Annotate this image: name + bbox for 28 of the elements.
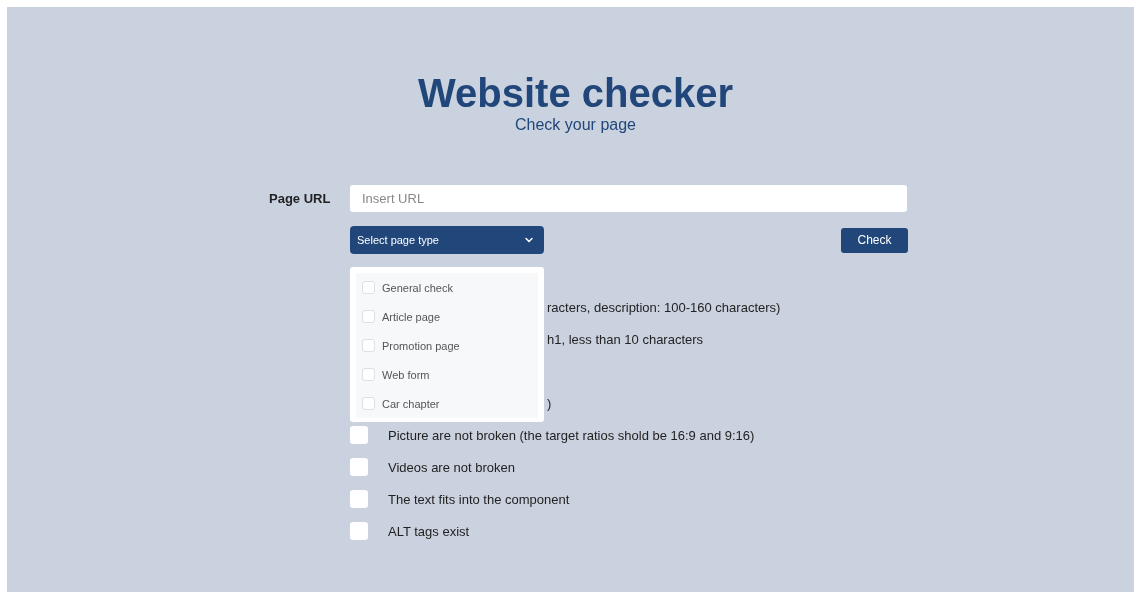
- field-label: Page URL: [269, 191, 332, 206]
- checkbox[interactable]: [350, 490, 368, 508]
- checklist-label: The text fits into the component: [388, 491, 570, 507]
- checklist-label: Picture are not broken (the target ratios shold be 16:9 and 9:16): [388, 427, 755, 443]
- dropdown-option[interactable]: Web form: [356, 360, 538, 389]
- dropdown-option[interactable]: Article page: [356, 302, 538, 331]
- page-subtitle: Check your page: [515, 115, 636, 135]
- checklist-label: racters, description: 100-160 characters): [547, 299, 781, 315]
- checklist-label: ): [547, 395, 552, 411]
- checkbox[interactable]: [350, 522, 368, 540]
- dropdown-option[interactable]: Promotion page: [356, 331, 538, 360]
- page-type-dropdown[interactable]: Select page type: [350, 226, 544, 254]
- checkbox[interactable]: [362, 368, 375, 381]
- checklist-label: h1, less than 10 characters: [547, 331, 704, 347]
- checklist-label: ALT tags exist: [388, 523, 470, 539]
- page-title: Website checker: [418, 71, 733, 115]
- checkbox[interactable]: [350, 458, 368, 476]
- chevron-down-icon: [524, 235, 534, 245]
- checkbox[interactable]: [362, 310, 375, 323]
- check-button[interactable]: Check: [841, 227, 908, 253]
- url-field[interactable]: Insert URL: [350, 185, 907, 212]
- checkbox[interactable]: [362, 397, 375, 410]
- checkbox[interactable]: [362, 339, 375, 352]
- checkbox[interactable]: [362, 281, 375, 294]
- checklist-label: Videos are not broken: [388, 459, 515, 475]
- checkbox[interactable]: [350, 426, 368, 444]
- dropdown-option[interactable]: General check: [356, 273, 538, 302]
- dropdown-option[interactable]: Car chapter: [356, 389, 538, 418]
